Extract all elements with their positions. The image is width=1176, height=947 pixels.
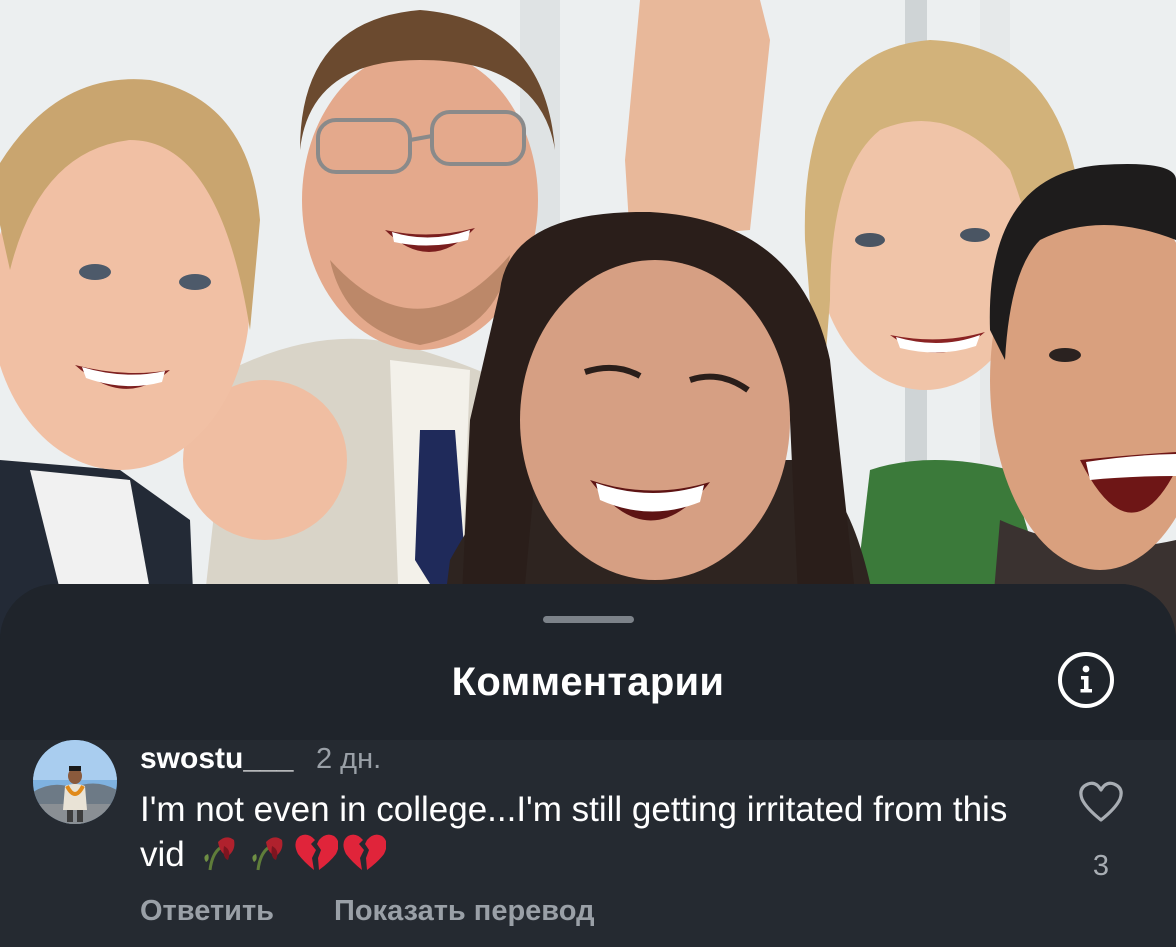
like-button[interactable] [1078, 780, 1124, 824]
avatar[interactable] [33, 740, 117, 824]
reels-comments-screen: Комментарии swostu___ 2 дн. I'm not even… [0, 0, 1176, 947]
wilted-flower-icon [198, 832, 242, 883]
video-photo [0, 0, 1176, 640]
heart-outline-icon [1079, 781, 1123, 822]
wilted-flower-icon [246, 832, 290, 883]
reply-button[interactable]: Ответить [140, 895, 274, 928]
info-circle-icon [1080, 665, 1092, 693]
video-still[interactable] [0, 0, 1176, 640]
comment-timestamp: 2 дн. [316, 743, 382, 775]
sheet-header: Комментарии [0, 584, 1176, 742]
info-button[interactable] [1058, 652, 1114, 708]
show-translation-button[interactable]: Показать перевод [334, 895, 594, 928]
comment-body: I'm not even in college...I'm still gett… [140, 788, 1040, 883]
avatar-image [33, 740, 117, 824]
comment-item: swostu___ 2 дн. I'm not even in college.… [0, 740, 1176, 947]
sheet-grabber[interactable] [543, 616, 634, 623]
comment-username[interactable]: swostu___ [140, 742, 293, 776]
broken-heart-icon [342, 832, 388, 883]
sheet-title: Комментарии [451, 660, 725, 704]
like-count: 3 [1092, 850, 1110, 882]
comments-sheet: Комментарии swostu___ 2 дн. I'm not even… [0, 584, 1176, 947]
broken-heart-icon [294, 832, 340, 883]
